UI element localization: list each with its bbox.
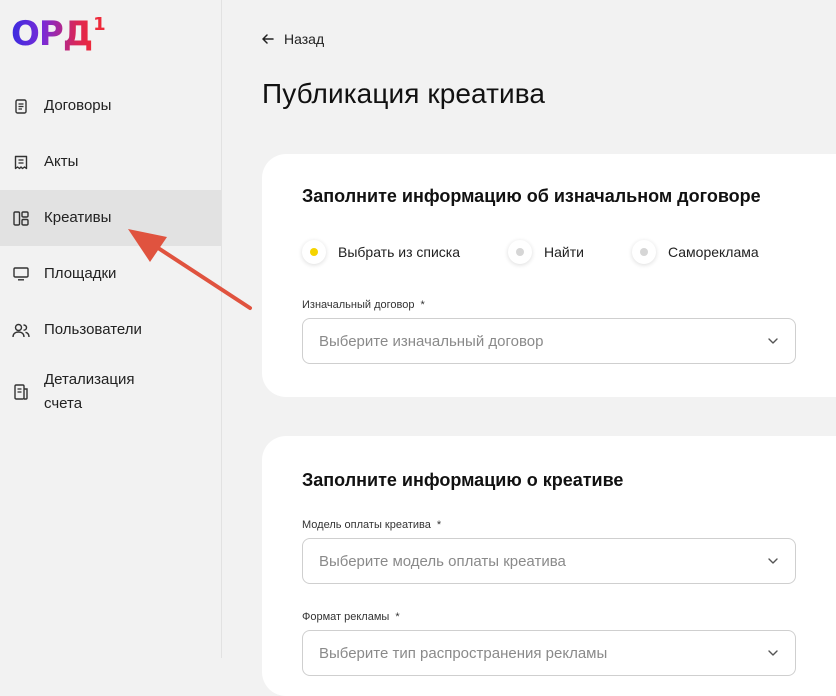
sidebar-item-acts[interactable]: Акты — [0, 134, 221, 190]
sidebar-item-platforms[interactable]: Площадки — [0, 246, 221, 302]
invoice-icon — [12, 383, 30, 401]
contract-info-card: Заполните информацию об изначальном дого… — [262, 154, 836, 397]
payment-model-select[interactable]: Выберите модель оплаты креатива — [302, 538, 796, 584]
ad-format-label: Формат рекламы * — [302, 611, 400, 623]
sidebar-item-label: Пользователи — [44, 321, 142, 338]
receipt-icon — [12, 153, 30, 171]
chevron-down-icon — [767, 334, 779, 346]
ord-logo[interactable]: ОРД 1 — [11, 14, 106, 54]
back-link[interactable]: Назад — [262, 31, 324, 47]
required-mark: * — [420, 299, 425, 311]
logo-text: ОРД — [11, 14, 93, 54]
main-content: Назад Публикация креатива Заполните инфо… — [222, 0, 836, 696]
page-title: Публикация креатива — [262, 78, 546, 109]
radio-self-advertising[interactable]: Самореклама — [631, 240, 759, 264]
select-placeholder: Выберите тип распространения рекламы — [319, 644, 608, 662]
required-mark: * — [436, 519, 442, 531]
sidebar-item-contracts[interactable]: Договоры — [0, 78, 221, 134]
sidebar-item-billing[interactable]: Детализация счета — [0, 358, 221, 430]
sidebar-item-label: Площадки — [44, 265, 117, 282]
chevron-down-icon — [767, 554, 779, 566]
chevron-down-icon — [767, 646, 779, 658]
select-placeholder: Выберите изначальный договор — [319, 332, 544, 350]
sidebar: ОРД 1 Договоры Акты Креативы Площадки По… — [0, 0, 222, 658]
original-contract-select[interactable]: Выберите изначальный договор — [302, 318, 796, 364]
creative-info-card: Заполните информацию о креативе Модель о… — [262, 436, 836, 696]
sidebar-item-label: Детализация счета — [44, 371, 135, 412]
sidebar-nav: Договоры Акты Креативы Площадки Пользова — [0, 78, 221, 430]
ad-format-select[interactable]: Выберите тип распространения рекламы — [302, 630, 796, 676]
select-placeholder: Выберите модель оплаты креатива — [319, 552, 566, 570]
back-link-label: Назад — [284, 31, 325, 47]
sidebar-item-label: Креативы — [44, 209, 112, 226]
radio-find[interactable]: Найти — [508, 240, 584, 264]
document-icon — [12, 97, 30, 115]
contract-source-radio-group: Выбрать из списка Найти Самореклама — [302, 240, 759, 264]
layout-icon — [12, 209, 30, 227]
radio-indicator — [508, 240, 533, 264]
radio-label: Найти — [544, 244, 584, 260]
field-label-text: Формат рекламы — [302, 611, 390, 623]
radio-indicator — [631, 240, 656, 264]
radio-select-from-list[interactable]: Выбрать из списка — [302, 240, 460, 264]
users-icon — [12, 321, 30, 339]
sidebar-item-label: Договоры — [44, 97, 112, 114]
sidebar-item-creatives[interactable]: Креативы — [0, 190, 221, 246]
required-mark: * — [395, 611, 400, 623]
radio-label: Выбрать из списка — [338, 244, 461, 260]
arrow-left-icon — [262, 31, 274, 47]
monitor-icon — [12, 265, 30, 283]
radio-indicator — [302, 240, 326, 264]
payment-model-label: Модель оплаты креатива * — [302, 519, 441, 531]
contract-card-title: Заполните информацию об изначальном дого… — [302, 186, 761, 206]
original-contract-label: Изначальный договор * — [302, 299, 425, 311]
field-label-text: Изначальный договор — [302, 299, 415, 311]
sidebar-item-users[interactable]: Пользователи — [0, 302, 221, 358]
radio-label: Самореклама — [667, 244, 759, 260]
sidebar-item-label: Акты — [44, 153, 79, 170]
field-label-text: Модель оплаты креатива — [302, 519, 431, 531]
creative-card-title: Заполните информацию о креативе — [302, 470, 624, 490]
logo-superscript: 1 — [93, 14, 106, 35]
